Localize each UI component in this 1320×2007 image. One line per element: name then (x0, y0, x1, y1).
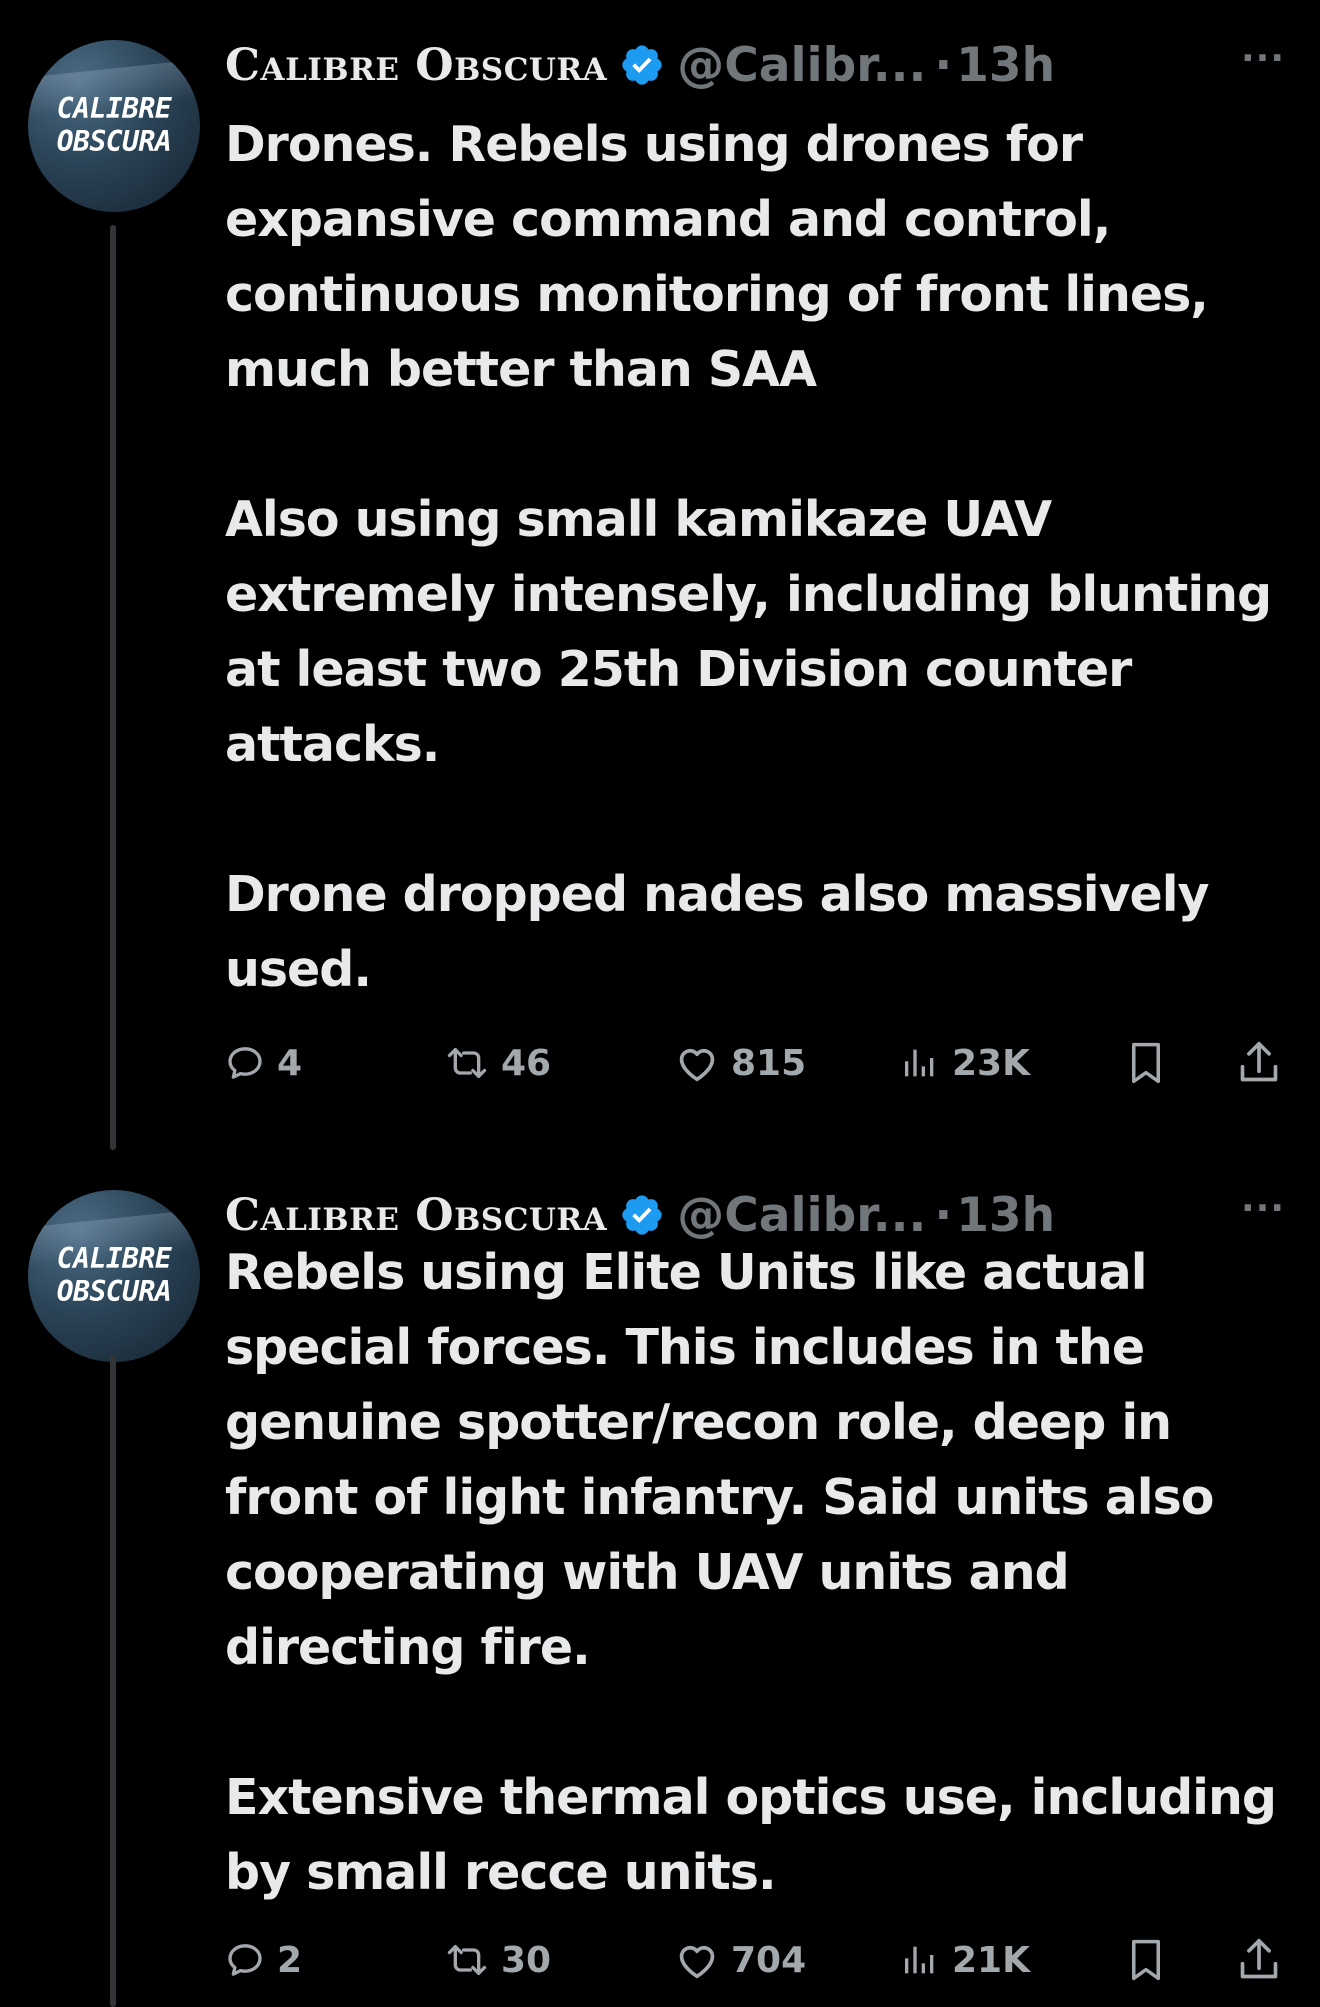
action-bar: 2 30 704 21K (225, 1930, 1285, 1990)
tweet-text: Drones. Rebels using drones for expansiv… (225, 107, 1305, 1007)
repost-count: 30 (501, 1939, 552, 1981)
reply-icon (228, 1047, 262, 1079)
action-bar: 4 46 815 23K (225, 1033, 1285, 1093)
reply-button[interactable]: 2 (225, 1930, 302, 1990)
author-name[interactable]: Calibre Obscura (225, 40, 607, 91)
like-button[interactable]: 815 (675, 1033, 806, 1093)
avatar-logo: CALIBRE OBSCURA (28, 1242, 200, 1308)
tweet-paragraph: Extensive thermal optics use, including … (225, 1769, 1277, 1901)
reply-button[interactable]: 4 (225, 1033, 302, 1093)
repost-button[interactable]: 46 (445, 1033, 551, 1093)
timestamp[interactable]: 13h (956, 38, 1055, 93)
avatar-logo-line: CALIBRE (56, 1242, 172, 1275)
avatar[interactable]: CALIBRE OBSCURA (28, 1190, 200, 1362)
repost-icon (447, 1048, 487, 1078)
tweet-text: Rebels using Elite Units like actual spe… (225, 1235, 1305, 1910)
share-icon (1240, 1938, 1278, 1979)
share-icon (1240, 1041, 1278, 1082)
repost-icon (447, 1945, 487, 1975)
thread-line (110, 225, 116, 1150)
avatar-logo-line: OBSCURA (56, 125, 172, 158)
reply-icon (228, 1944, 262, 1976)
avatar-logo: CALIBRE OBSCURA (28, 92, 200, 158)
more-options-icon[interactable]: ··· (1241, 1188, 1285, 1229)
bookmark-button[interactable] (1125, 1033, 1167, 1093)
views-count: 23K (952, 1042, 1030, 1084)
more-options-icon[interactable]: ··· (1241, 38, 1285, 79)
bookmark-icon (1132, 1042, 1160, 1084)
views-button[interactable]: 21K (900, 1930, 1030, 1990)
share-button[interactable] (1237, 1930, 1281, 1990)
author-handle[interactable]: @Calibr... (677, 38, 926, 93)
views-icon (905, 1049, 934, 1077)
bookmark-icon (1132, 1939, 1160, 1981)
like-button[interactable]: 704 (675, 1930, 806, 1990)
verified-badge-icon (622, 45, 662, 85)
heart-icon (679, 1048, 715, 1082)
avatar-logo-line: OBSCURA (56, 1275, 172, 1308)
views-button[interactable]: 23K (900, 1033, 1030, 1093)
like-count: 815 (731, 1042, 807, 1084)
tweet-paragraph: Also using small kamikaze UAV extremely … (225, 491, 1272, 773)
author-name[interactable]: Calibre Obscura (225, 1190, 607, 1241)
heart-icon (679, 1945, 715, 1979)
views-icon (905, 1946, 934, 1974)
avatar[interactable]: CALIBRE OBSCURA (28, 40, 200, 212)
repost-count: 46 (501, 1042, 552, 1084)
bookmark-button[interactable] (1125, 1930, 1167, 1990)
like-count: 704 (731, 1939, 807, 1981)
avatar-logo-line: CALIBRE (56, 92, 172, 125)
repost-button[interactable]: 30 (445, 1930, 551, 1990)
separator-dot: · (934, 37, 953, 93)
verified-badge-icon (622, 1195, 662, 1235)
thread-line (110, 1355, 116, 2007)
views-count: 21K (952, 1939, 1030, 1981)
tweet-paragraph: Drone dropped nades also massively used. (225, 866, 1210, 998)
tweet-paragraph: Drones. Rebels using drones for expansiv… (225, 116, 1209, 398)
reply-count: 4 (277, 1042, 303, 1084)
reply-count: 2 (277, 1939, 303, 1981)
tweet-header: Calibre Obscura @Calibr... · 13h ··· (225, 30, 1285, 100)
tweet[interactable]: CALIBRE OBSCURA Calibre Obscura @Calibr.… (0, 0, 1320, 1150)
tweet[interactable]: CALIBRE OBSCURA Calibre Obscura @Calibr.… (0, 1150, 1320, 2007)
share-button[interactable] (1237, 1033, 1281, 1093)
tweet-paragraph: Rebels using Elite Units like actual spe… (225, 1244, 1214, 1676)
